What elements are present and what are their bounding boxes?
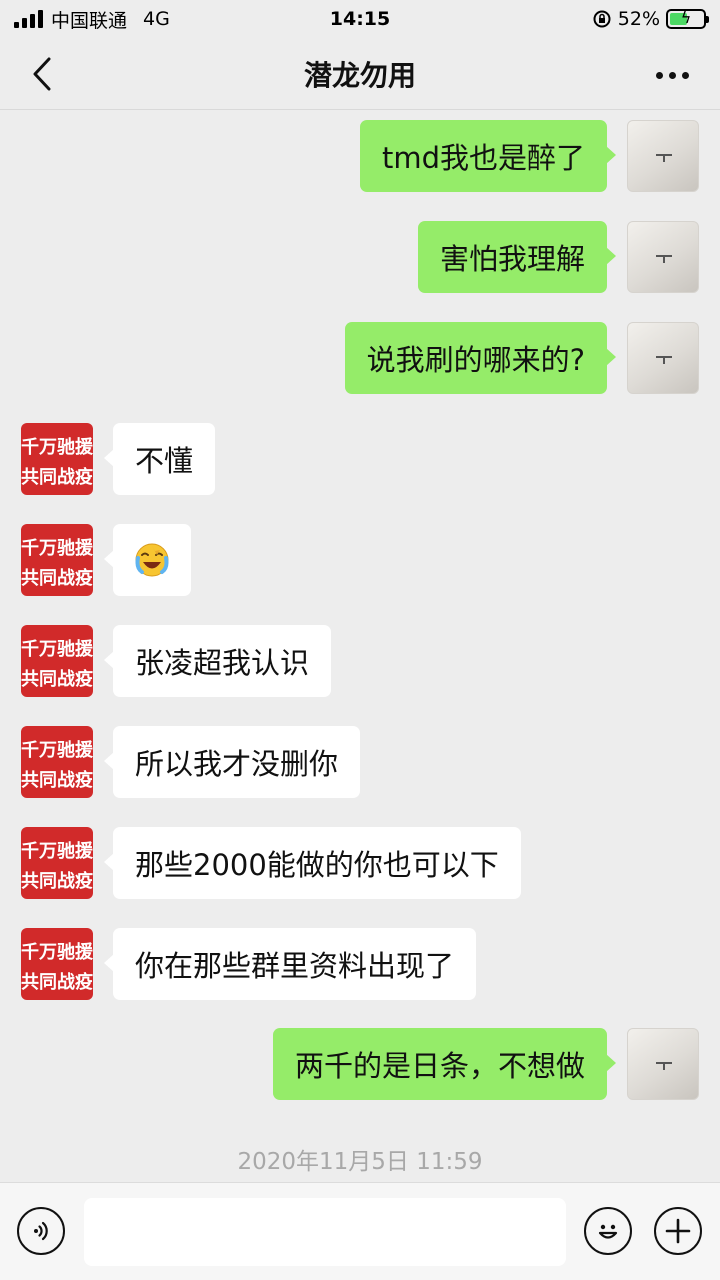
avatar-logo: 千万驰援共同战疫 xyxy=(21,436,93,488)
avatar-text: 共同战疫 xyxy=(21,668,93,690)
voice-icon xyxy=(34,1221,48,1241)
contact-avatar[interactable]: 千万驰援 共同战疫 xyxy=(21,423,93,495)
status-left: 中国联通 4G xyxy=(14,6,170,33)
message-text: 所以我才没删你 xyxy=(135,747,339,781)
chat-title: 潜龙勿用 xyxy=(303,58,416,92)
avatar-text: 千万驰援 xyxy=(21,739,93,761)
emoji-button[interactable] xyxy=(584,1207,632,1255)
message-text: tmd我也是醉了 xyxy=(381,141,585,175)
avatar-text: 共同战疫 xyxy=(21,971,93,993)
contact-avatar[interactable]: 千万驰援 共同战疫 xyxy=(21,827,93,899)
avatar-text: 共同战疫 xyxy=(21,870,93,892)
chevron-left-icon xyxy=(33,57,51,91)
avatar-text: 共同战疫 xyxy=(21,769,93,791)
received-message: 千万驰援 共同战疫 xyxy=(0,524,720,596)
received-message: 千万驰援共同战疫 那些2000能做的你也可以下 xyxy=(0,827,720,899)
battery-icon: ϟ xyxy=(666,8,709,29)
received-message: 千万驰援共同战疫 不懂 xyxy=(0,423,720,495)
network-label: 4G xyxy=(143,8,170,30)
message-bubble[interactable]: 不懂 xyxy=(103,423,216,495)
message-input[interactable] xyxy=(84,1198,566,1266)
rotation-lock-icon xyxy=(593,10,611,28)
received-message: 千万驰援共同战疫 张凌超我认识 xyxy=(0,625,720,697)
avatar-logo: 千万驰援共同战疫 xyxy=(21,941,93,993)
message-bubble[interactable]: 你在那些群里资料出现了 xyxy=(103,928,477,1000)
sent-message: 两千的是日条，不想做 xyxy=(0,1028,720,1100)
message-timestamp: 2020年11月5日 11:59 xyxy=(237,1149,483,1175)
status-right: 52% ϟ xyxy=(592,8,709,30)
avatar-text: 共同战疫 xyxy=(21,466,93,488)
battery-percent: 52% xyxy=(617,8,660,30)
face-with-tears-emoji xyxy=(135,543,169,577)
sent-message: 说我刷的哪来的? xyxy=(0,322,720,394)
back-button[interactable] xyxy=(22,54,62,94)
more-dots-icon xyxy=(655,71,663,79)
message-text: 害怕我理解 xyxy=(439,242,585,276)
my-avatar[interactable] xyxy=(627,221,699,293)
message-bubble[interactable]: 所以我才没删你 xyxy=(103,726,361,798)
avatar-text: 千万驰援 xyxy=(21,840,93,862)
signal-icon xyxy=(14,10,43,28)
contact-avatar[interactable]: 千万驰援 共同战疫 xyxy=(21,928,93,1000)
plus-icon xyxy=(665,1218,691,1244)
message-text: 说我刷的哪来的? xyxy=(366,343,585,377)
my-avatar[interactable] xyxy=(627,322,699,394)
my-avatar[interactable] xyxy=(627,1028,699,1100)
sent-message: 害怕我理解 xyxy=(0,221,720,293)
avatar-text: 千万驰援 xyxy=(21,436,93,458)
avatar-text: 共同战疫 xyxy=(21,567,93,589)
sent-message: tmd我也是醉了 xyxy=(0,120,720,192)
message-text: 张凌超我认识 xyxy=(135,646,310,680)
message-bubble[interactable]: 那些2000能做的你也可以下 xyxy=(104,827,521,899)
avatar-text: 千万驰援 xyxy=(21,537,93,559)
message-bubble[interactable]: 张凌超我认识 xyxy=(103,625,332,697)
message-text: 你在那些群里资料出现了 xyxy=(135,949,455,983)
avatar-logo: 千万驰援共同战疫 xyxy=(21,537,93,589)
avatar-text: 千万驰援 xyxy=(21,941,93,963)
avatar-logo: 千万驰援共同战疫 xyxy=(21,840,93,892)
message-bubble[interactable] xyxy=(104,524,191,596)
status-bar: 中国联通 4G 14:15 52% ϟ xyxy=(0,0,720,38)
contact-avatar[interactable]: 千万驰援 共同战疫 xyxy=(21,625,93,697)
avatar-text: 千万驰援 xyxy=(21,638,93,660)
plus-button[interactable] xyxy=(654,1207,702,1255)
carrier-label: 中国联通 xyxy=(51,9,128,32)
emoji-icon xyxy=(598,1224,618,1239)
message-bubble[interactable]: 害怕我理解 xyxy=(417,221,617,293)
my-avatar[interactable] xyxy=(627,120,699,192)
message-bubble[interactable]: 说我刷的哪来的? xyxy=(344,322,617,394)
contact-avatar[interactable]: 千万驰援 共同战疫 xyxy=(21,726,93,798)
input-bar xyxy=(0,1182,720,1280)
message-text: 两千的是日条，不想做 xyxy=(294,1049,585,1083)
more-button[interactable] xyxy=(652,60,692,90)
chat-header: 潜龙勿用 xyxy=(0,38,720,110)
contact-avatar[interactable]: 千万驰援 共同战疫 xyxy=(21,524,93,596)
message-text: 那些2000能做的你也可以下 xyxy=(135,848,499,882)
avatar-logo: 千万驰援共同战疫 xyxy=(21,739,93,791)
received-message: 千万驰援共同战疫 所以我才没删你 xyxy=(0,726,720,798)
received-message: 千万驰援共同战疫 你在那些群里资料出现了 xyxy=(0,928,720,1000)
voice-button[interactable] xyxy=(17,1207,65,1255)
message-bubble[interactable]: tmd我也是醉了 xyxy=(359,120,617,192)
avatar-logo: 千万驰援共同战疫 xyxy=(21,638,93,690)
message-text: 不懂 xyxy=(135,444,194,478)
message-bubble[interactable]: 两千的是日条，不想做 xyxy=(272,1028,617,1100)
